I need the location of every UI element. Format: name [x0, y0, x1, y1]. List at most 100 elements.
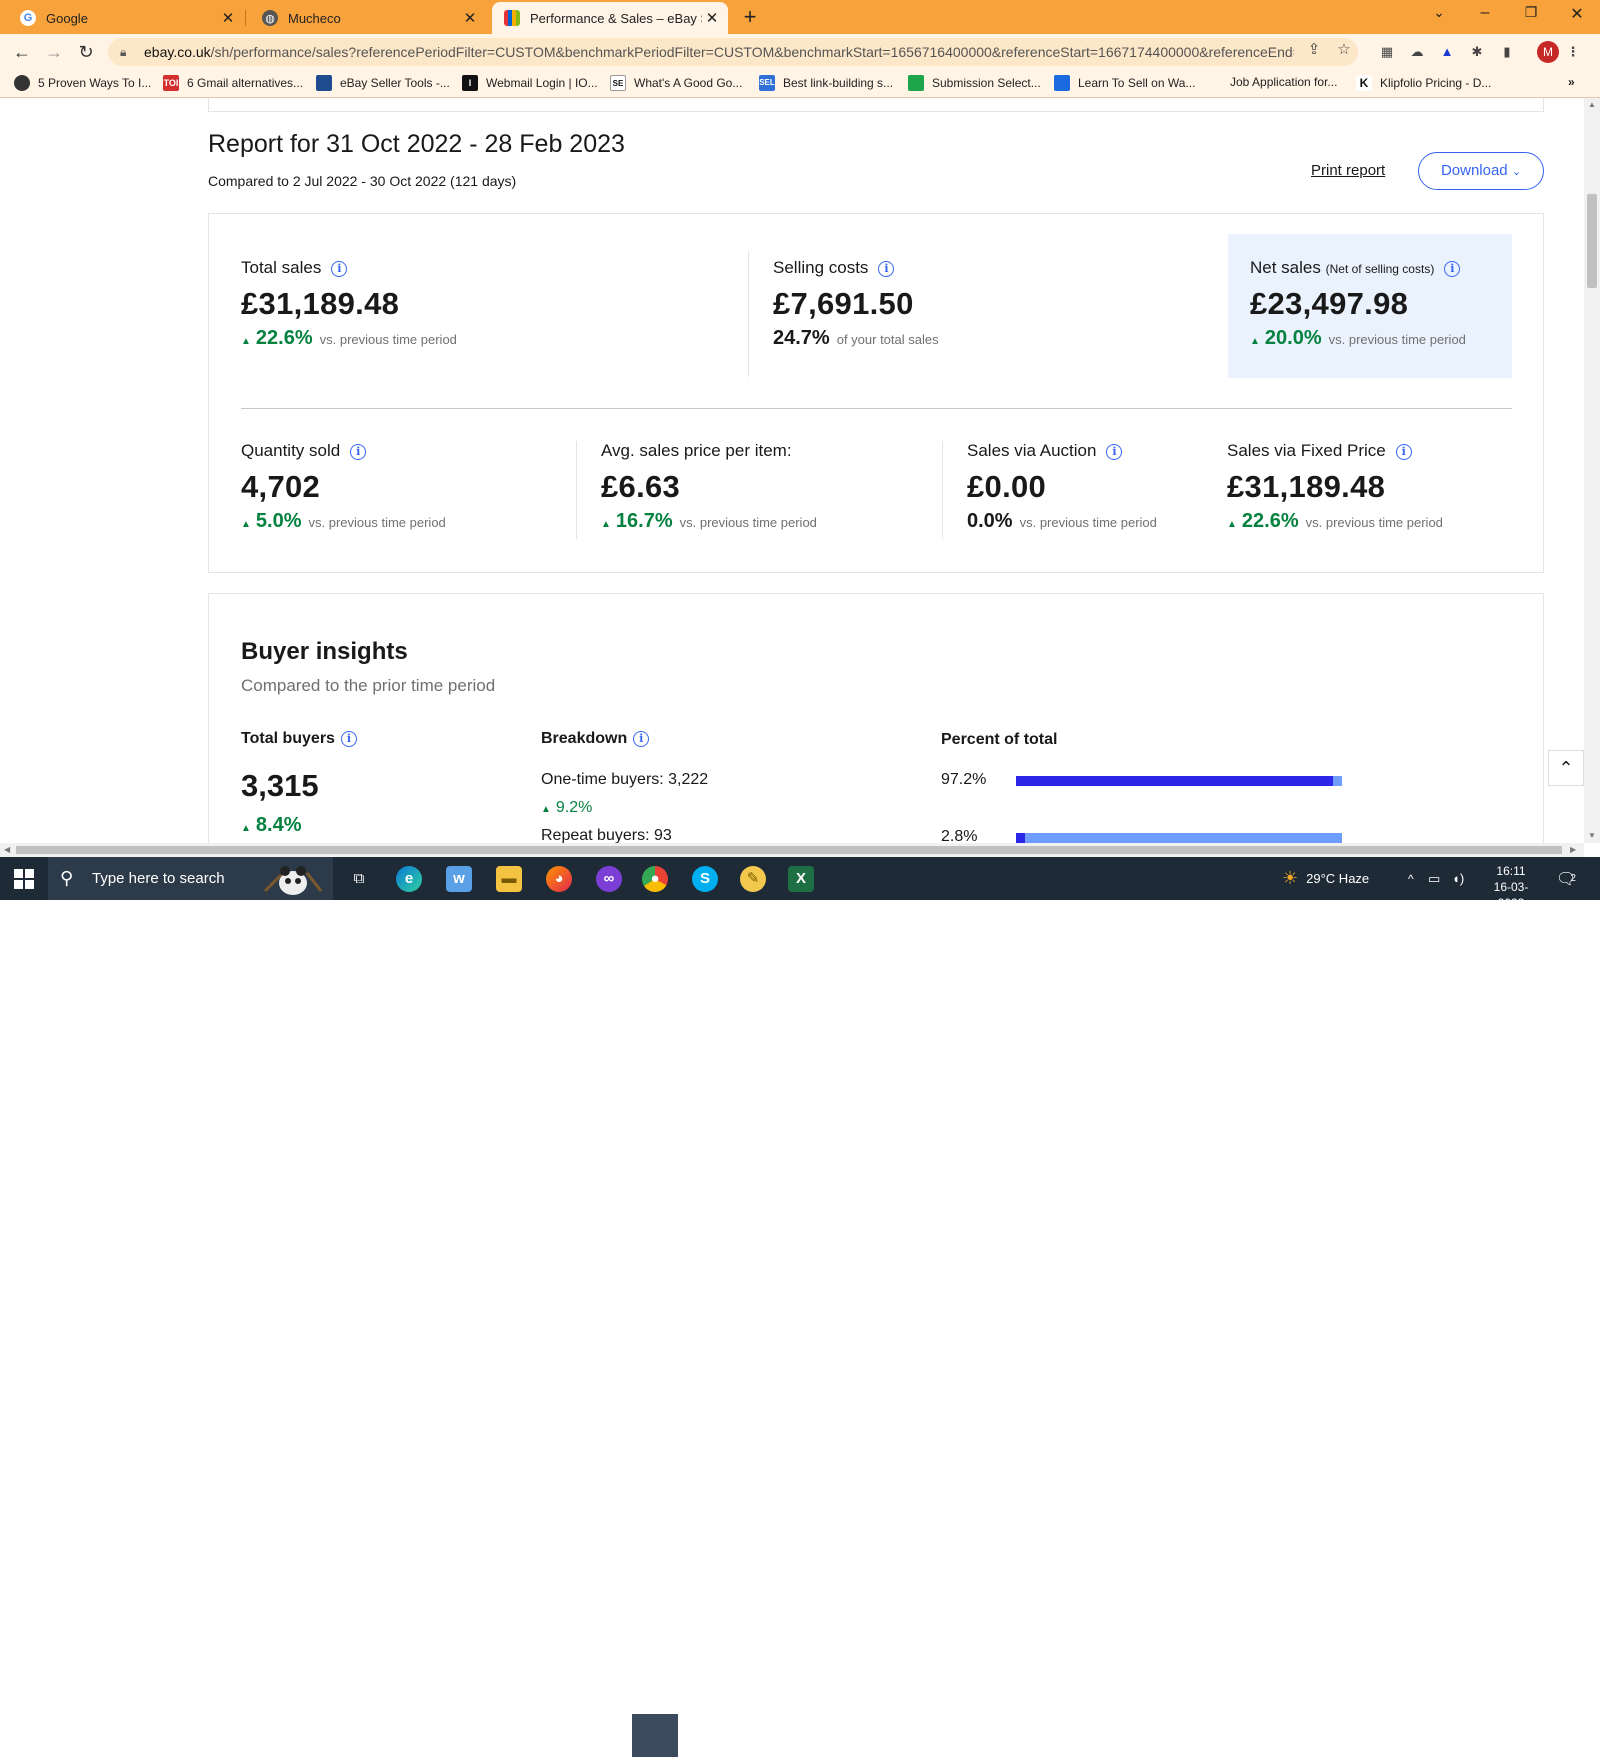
back-to-top-button[interactable]: ⌃ [1548, 750, 1584, 786]
network-icon[interactable]: ▭ [1428, 857, 1440, 900]
extension-translate-icon[interactable]: ▦ [1378, 43, 1396, 61]
print-report-link[interactable]: Print report [1311, 162, 1385, 179]
up-triangle-icon: ▲ [1227, 519, 1237, 530]
reload-icon[interactable]: ↻ [74, 40, 98, 64]
bookmark-item[interactable]: Job Application for... [1230, 75, 1337, 89]
scroll-left-icon[interactable]: ◀ [4, 843, 10, 857]
repeat-buyers: Repeat buyers: 93 [541, 827, 672, 843]
horizontal-scrollbar[interactable]: ◀ ▶ [0, 843, 1584, 857]
total-sales-label: Total sales i [241, 258, 348, 278]
taskbar-search-box[interactable]: ⚲ Type here to search [48, 857, 333, 900]
change-value: 8.4% [255, 814, 302, 836]
clock-time: 16:11 [1496, 864, 1526, 878]
chat-bubble-icon[interactable]: ✎ [740, 866, 766, 892]
bookmark-star-icon[interactable]: ☆ [1335, 40, 1353, 58]
change-value: 22.6% [1241, 510, 1299, 532]
divider [942, 441, 943, 539]
vertical-scrollbar[interactable]: ▲ ▼ [1584, 98, 1600, 843]
file-explorer-icon[interactable]: ▬ [496, 866, 522, 892]
page-content: Report for 31 Oct 2022 - 28 Feb 2023 Com… [0, 98, 1584, 843]
edge-icon[interactable]: e [396, 866, 422, 892]
scroll-right-icon[interactable]: ▶ [1570, 843, 1576, 857]
bookmark-item[interactable]: I Webmail Login | IO... [462, 75, 598, 91]
scroll-down-icon[interactable]: ▼ [1584, 831, 1600, 840]
repeat-percent: 2.8% [941, 828, 978, 843]
share-icon[interactable]: ⇪ [1305, 40, 1323, 58]
skype-icon[interactable]: S [692, 866, 718, 892]
walmart-chart-icon [1054, 75, 1070, 91]
scroll-thumb[interactable] [1587, 194, 1597, 288]
tab-mucheco[interactable]: ◍ Mucheco ✕ [250, 2, 486, 34]
bookmark-label: Learn To Sell on Wa... [1078, 76, 1196, 90]
new-tab-icon[interactable]: + [738, 4, 762, 30]
bookmark-item[interactable]: TOI 6 Gmail alternatives... [163, 75, 303, 91]
address-bar[interactable]: 🔒︎ ebay.co.uk/sh/performance/sales?refer… [108, 38, 1358, 66]
close-tab-icon[interactable]: ✕ [702, 9, 722, 27]
bookmark-label: Webmail Login | IO... [486, 76, 598, 90]
up-triangle-icon: ▲ [241, 823, 251, 834]
restore-icon[interactable]: ❐ [1516, 4, 1546, 21]
bookmark-item[interactable]: SEL Best link-building s... [759, 75, 893, 91]
info-icon[interactable]: i [350, 443, 367, 460]
bookmark-item[interactable]: SE What's A Good Go... [610, 75, 742, 91]
scroll-thumb[interactable] [16, 846, 1562, 854]
extension-cloud-icon[interactable]: ☁ [1408, 43, 1426, 61]
bookmark-item[interactable]: K Klipfolio Pricing - D... [1356, 75, 1491, 91]
net-sales-change: ▲ 20.0% vs. previous time period [1250, 327, 1466, 350]
task-view-icon[interactable]: ⧉ [346, 866, 372, 892]
weather-widget[interactable]: ☀ 29°C Haze [1282, 857, 1369, 900]
close-tab-icon[interactable]: ✕ [218, 9, 238, 27]
firefox-icon[interactable]: ◕ [546, 866, 572, 892]
download-button[interactable]: Download ⌄ [1418, 152, 1544, 190]
info-icon[interactable]: i [1444, 260, 1461, 277]
tab-ebay-performance[interactable]: Performance & Sales – eBay Selle ✕ [492, 2, 728, 34]
profile-avatar[interactable]: M [1537, 41, 1559, 63]
bookmark-item[interactable]: eBay Seller Tools -... [316, 75, 450, 91]
fixed-price-sales-change: ▲ 22.6% vs. previous time period [1227, 510, 1443, 533]
ebay-tools-icon [316, 75, 332, 91]
bookmark-item[interactable]: Submission Select... [908, 75, 1041, 91]
windows-start-icon[interactable] [14, 869, 34, 889]
quantity-sold-change: ▲ 5.0% vs. previous time period [241, 510, 446, 533]
sel-icon: SEL [759, 75, 775, 91]
close-window-icon[interactable]: ✕ [1562, 4, 1592, 24]
info-icon[interactable]: i [878, 260, 895, 277]
bookmarks-bar: 5 Proven Ways To I... TOI 6 Gmail alterna… [0, 70, 1600, 98]
minimize-icon[interactable]: – [1470, 4, 1500, 22]
excel-icon[interactable]: X [788, 866, 814, 892]
info-icon[interactable]: i [1106, 443, 1123, 460]
bookmark-item[interactable]: Learn To Sell on Wa... [1054, 75, 1195, 91]
search-placeholder: Type here to search [92, 870, 225, 887]
divider [241, 408, 1512, 409]
scroll-up-icon[interactable]: ▲ [1584, 100, 1600, 109]
show-hidden-icons[interactable]: ^ [1408, 857, 1414, 900]
info-icon[interactable]: i [331, 260, 348, 277]
info-icon[interactable]: i [340, 730, 357, 747]
close-tab-icon[interactable]: ✕ [460, 9, 480, 27]
bookmark-item[interactable]: 5 Proven Ways To I... [14, 75, 151, 91]
system-clock[interactable]: 16:11 16-03-2023 [1481, 863, 1541, 911]
extensions-puzzle-icon[interactable]: ✱ [1468, 43, 1486, 61]
auction-sales-change: 0.0% vs. previous time period [967, 510, 1157, 533]
info-icon[interactable]: i [1395, 443, 1412, 460]
side-panel-icon[interactable]: ▮ [1498, 43, 1516, 61]
extension-triangle-icon[interactable]: ▲ [1438, 43, 1456, 61]
vpn-mask-icon[interactable]: ∞ [596, 866, 622, 892]
chrome-icon[interactable]: ● [642, 866, 668, 892]
tab-search-chevron-icon[interactable]: ⌄ [1424, 4, 1454, 21]
forward-icon[interactable]: → [42, 40, 66, 64]
lock-icon: 🔒︎ [120, 45, 127, 59]
volume-icon[interactable]: ◖) [1452, 857, 1464, 900]
w-app-icon[interactable]: w [446, 866, 472, 892]
more-bookmarks-icon[interactable]: » [1568, 75, 1575, 89]
submission-icon [908, 75, 924, 91]
info-icon[interactable]: i [633, 730, 650, 747]
tab-google[interactable]: G Google ✕ [8, 2, 244, 34]
menu-kebab-icon[interactable]: ⋮ [1564, 43, 1582, 61]
change-value: 9.2% [555, 799, 593, 816]
url-text[interactable]: ebay.co.uk/sh/performance/sales?referenc… [144, 44, 1294, 60]
notification-center-icon[interactable]: 🗨︎ 2 [1556, 857, 1576, 900]
change-note: vs. previous time period [1328, 332, 1466, 347]
bookmark-label: Best link-building s... [783, 76, 894, 90]
back-icon[interactable]: ← [10, 40, 34, 64]
